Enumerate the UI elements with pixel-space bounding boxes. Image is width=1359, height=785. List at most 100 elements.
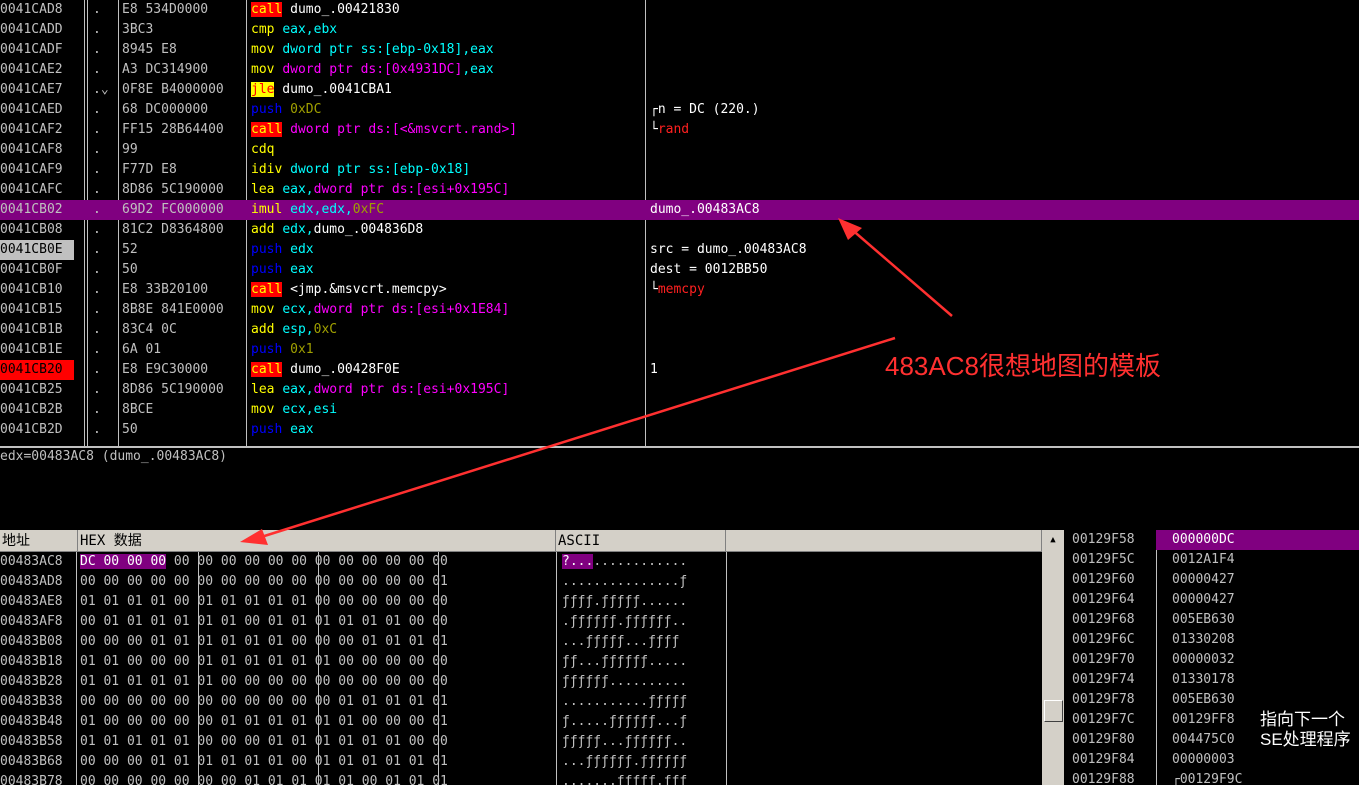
dump-ascii: ƒƒƒƒ.ƒƒƒƒƒ...... [562, 594, 688, 609]
instruction-hex: 52 [122, 242, 138, 257]
instruction-text: idiv dword ptr ss:[ebp-0x18] [251, 160, 643, 180]
triangle-up-icon[interactable]: ▲ [1042, 530, 1064, 550]
hex-dump-pane[interactable]: 地址 HEX 数据 ASCII 00483AC8 DC 00 00 00 00 0… [0, 530, 1042, 785]
dump-row[interactable]: 00483AD8 00 00 00 00 00 00 00 00 00 00 00… [0, 572, 1042, 592]
disasm-row[interactable]: 0041CB2D. 50 push eax [0, 420, 1359, 440]
instruction-address: 0041CB0E [0, 240, 74, 260]
stack-address: 00129F70 [1072, 652, 1135, 667]
dump-row[interactable]: 00483B78 00 00 00 00 00 00 00 01 01 01 01… [0, 772, 1042, 785]
disasm-row[interactable]: 0041CAFC. 8D86 5C190000 lea eax,dword ptr … [0, 180, 1359, 200]
hex-group: 01 01 01 01 [267, 714, 354, 729]
comment-token: └ [650, 282, 658, 297]
instruction-address: 0041CAF2 [0, 122, 63, 137]
dump-ascii: ...........ƒƒƒƒƒ [562, 694, 688, 709]
disasm-row[interactable]: 0041CB02. 69D2 FC000000 imul edx,edx,0xFC d… [0, 200, 1359, 220]
disasm-row[interactable]: 0041CB10. E8 33B20100 call <jmp.&msvcrt.me… [0, 280, 1359, 300]
instruction-text: lea eax,dword ptr ds:[esi+0x195C] [251, 380, 643, 400]
dump-row[interactable]: 00483B58 01 01 01 01 01 00 00 00 01 01 01… [0, 732, 1042, 752]
asm-token: eax [290, 262, 314, 277]
jump-marker: . [93, 282, 101, 297]
dump-scrollbar[interactable]: ▲ [1042, 530, 1064, 785]
hex-group: 01 01 01 01 [361, 694, 448, 709]
hex-group: 00 00 00 01 [267, 694, 354, 709]
stack-row[interactable]: 00129F68 005EB630 [1064, 610, 1359, 630]
stack-row[interactable]: 00129F88 ┌00129F9C [1064, 770, 1359, 785]
stack-address: 00129F68 [1072, 612, 1135, 627]
stack-row[interactable]: 00129F7C 00129FF8 指向下一个 [1064, 710, 1359, 730]
instruction-text: push 0x1 [251, 340, 643, 360]
dump-header-hex[interactable]: HEX 数据 [78, 530, 556, 552]
stack-row[interactable]: 00129F74 01330178 [1064, 670, 1359, 690]
disasm-row[interactable]: 0041CAF9. F77D E8 idiv dword ptr ss:[ebp-0… [0, 160, 1359, 180]
asm-token: push [251, 102, 291, 117]
instruction-hex: 6A 01 [122, 342, 162, 357]
disasm-row[interactable]: 0041CAD8. E8 534D0000 call dumo_.00421830 [0, 0, 1359, 20]
dump-row[interactable]: 00483B68 00 00 00 01 01 01 01 01 01 00 01… [0, 752, 1042, 772]
instruction-text: mov dword ptr ds:[0x4931DC],eax [251, 60, 643, 80]
jump-marker: . [93, 182, 101, 197]
dump-ascii: .ƒƒƒƒƒƒ.ƒƒƒƒƒƒ.. [562, 614, 688, 629]
disasm-row[interactable]: 0041CB15. 8B8E 841E0000 mov ecx,dword ptr … [0, 300, 1359, 320]
instruction-comment: dumo_.00483AC8 [650, 200, 1350, 220]
asm-token: cmp [251, 22, 283, 37]
instruction-text: imul edx,edx,0xFC [251, 200, 643, 220]
dump-row[interactable]: 00483B18 01 01 00 00 00 01 01 01 01 01 01… [0, 652, 1042, 672]
asm-token: mov [251, 302, 283, 317]
dump-row[interactable]: 00483B48 01 00 00 00 00 00 01 01 01 01 01… [0, 712, 1042, 732]
disasm-row[interactable]: 0041CB08. 81C2 D8364800 add edx,dumo_.0048… [0, 220, 1359, 240]
stack-row[interactable]: 00129F58 000000DC [1064, 530, 1359, 550]
asm-token: call [251, 122, 283, 137]
scrollbar-thumb[interactable] [1044, 700, 1063, 722]
dump-ascii: ...............ƒ [562, 574, 688, 589]
stack-row[interactable]: 00129F60 00000427 [1064, 570, 1359, 590]
stack-row[interactable]: 00129F70 00000032 [1064, 650, 1359, 670]
dump-row[interactable]: 00483B28 01 01 01 01 01 01 00 00 00 00 00… [0, 672, 1042, 692]
dump-row[interactable]: 00483B08 00 00 00 01 01 01 01 01 01 00 00… [0, 632, 1042, 652]
asm-token: push [251, 262, 291, 277]
stack-pane[interactable]: 00129F58 000000DC 00129F5C 0012A1F4 00129F60… [1064, 530, 1359, 785]
instruction-text: cmp eax,ebx [251, 20, 643, 40]
stack-row[interactable]: 00129F78 005EB630 [1064, 690, 1359, 710]
stack-row[interactable]: 00129F84 00000003 [1064, 750, 1359, 770]
hex-group: 01 01 01 01 [267, 734, 354, 749]
disasm-row[interactable]: 0041CADD. 3BC3 cmp eax,ebx [0, 20, 1359, 40]
disasm-row[interactable]: 0041CB25. 8D86 5C190000 lea eax,dword ptr … [0, 380, 1359, 400]
stack-address: 00129F7C [1072, 712, 1135, 727]
stack-row[interactable]: 00129F6C 01330208 [1064, 630, 1359, 650]
dump-row[interactable]: 00483AC8 DC 00 00 00 00 00 00 00 00 00 00… [0, 552, 1042, 572]
asm-token: mov [251, 402, 283, 417]
disasm-row[interactable]: 0041CB2B. 8BCE mov ecx,esi [0, 400, 1359, 420]
jump-marker: . [93, 222, 101, 237]
stack-address: 00129F5C [1072, 552, 1135, 567]
disasm-row[interactable]: 0041CB0E. 52 push edx src = dumo_.00483AC8 [0, 240, 1359, 260]
hex-group: 00 01 01 01 [80, 614, 167, 629]
stack-row[interactable]: 00129F64 00000427 [1064, 590, 1359, 610]
disasm-row[interactable]: 0041CAE7 .⌄ 0F8E B4000000 jle dumo_.0041CBA… [0, 80, 1359, 100]
stack-row[interactable]: 00129F80 004475C0 SE处理程序 [1064, 730, 1359, 750]
hex-group: 01 01 01 01 [80, 594, 167, 609]
stack-value: 00000427 [1172, 572, 1235, 587]
dump-header-address[interactable]: 地址 [0, 530, 78, 552]
instruction-address: 0041CB10 [0, 282, 63, 297]
instruction-hex: 50 [122, 422, 138, 437]
asm-token: dword ptr ds:[esi+0x195C] [313, 382, 510, 397]
instruction-hex: 83C4 0C [122, 322, 177, 337]
stack-value: 00129FF8 [1172, 712, 1235, 727]
stack-value: 01330178 [1172, 672, 1235, 687]
disasm-row[interactable]: 0041CB1B. 83C4 0C add esp,0xC [0, 320, 1359, 340]
dump-header-ascii[interactable]: ASCII [556, 530, 726, 552]
asm-token: dword ptr ds:[esi+0x1E84] [313, 302, 510, 317]
disasm-row[interactable]: 0041CAF2. FF15 28B64400 call dword ptr ds:… [0, 120, 1359, 140]
disasm-row[interactable]: 0041CADF. 8945 E8 mov dword ptr ss:[ebp-0x… [0, 40, 1359, 60]
instruction-hex: 8B8E 841E0000 [122, 302, 224, 317]
dump-row[interactable]: 00483B38 00 00 00 00 00 00 00 00 00 00 00… [0, 692, 1042, 712]
disasm-row[interactable]: 0041CB0F. 50 push eax dest = 0012BB50 [0, 260, 1359, 280]
dump-row[interactable]: 00483AE8 01 01 01 01 00 01 01 01 01 01 00… [0, 592, 1042, 612]
hex-group: 00 00 00 01 [361, 714, 448, 729]
instruction-comment: ┌n = DC (220.) [650, 100, 1350, 120]
disasm-row[interactable]: 0041CAED. 68 DC000000 push 0xDC ┌n = DC (22… [0, 100, 1359, 120]
stack-row[interactable]: 00129F5C 0012A1F4 [1064, 550, 1359, 570]
dump-row[interactable]: 00483AF8 00 01 01 01 01 01 01 00 01 01 01… [0, 612, 1042, 632]
disasm-row[interactable]: 0041CAE2. A3 DC314900 mov dword ptr ds:[0x… [0, 60, 1359, 80]
disasm-row[interactable]: 0041CAF8. 99 cdq [0, 140, 1359, 160]
